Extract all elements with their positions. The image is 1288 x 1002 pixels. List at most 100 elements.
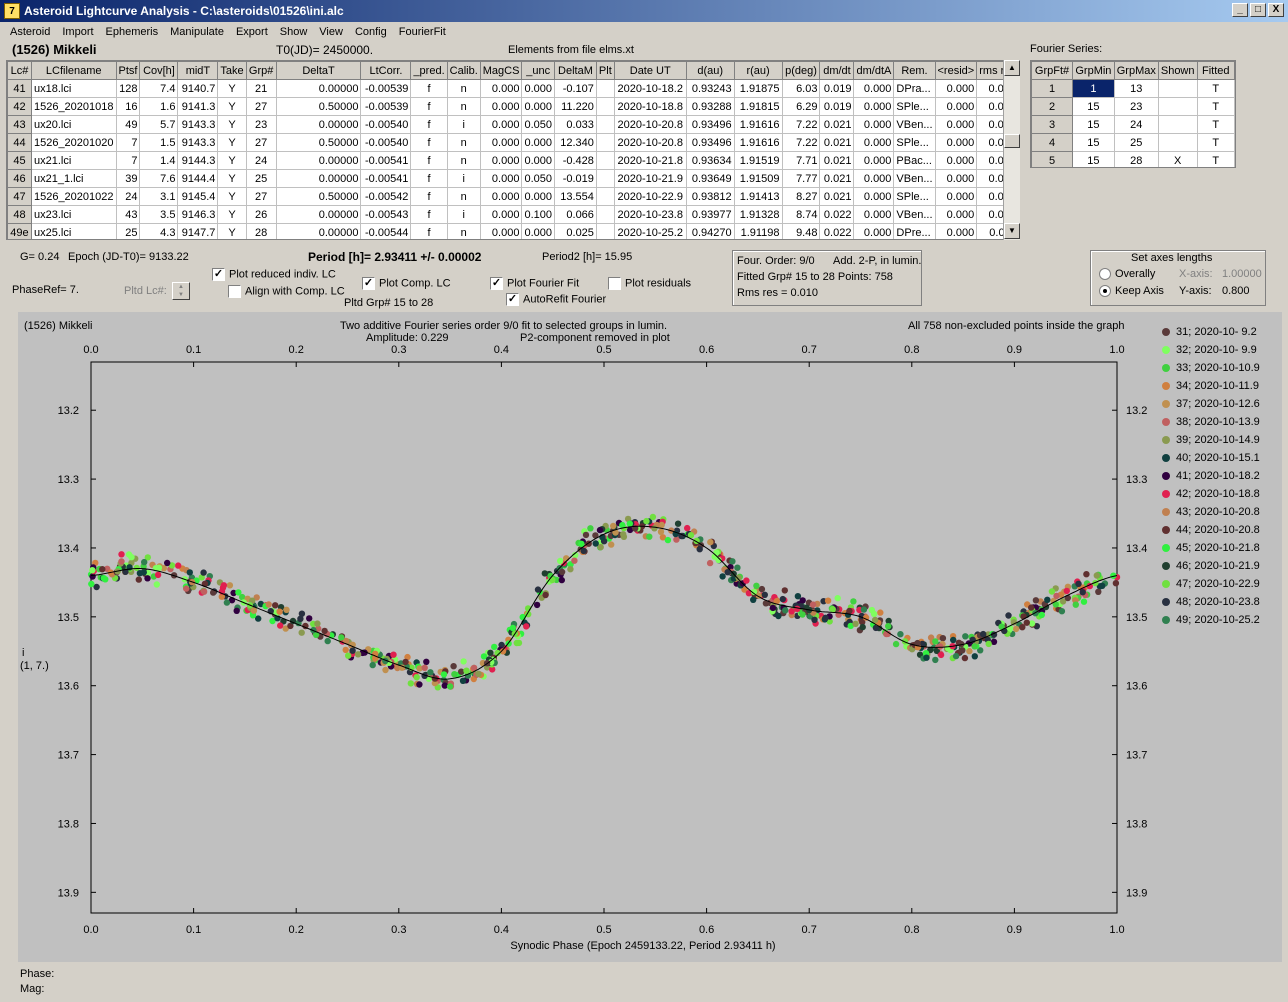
legend-marker-icon <box>1162 616 1170 624</box>
data-point <box>971 653 978 660</box>
data-point <box>440 671 448 678</box>
x-tick-label: 0.0 <box>83 924 98 936</box>
data-point <box>413 674 420 681</box>
data-point <box>513 639 520 647</box>
data-point <box>582 531 590 539</box>
data-point <box>959 647 966 654</box>
legend-marker-icon <box>1162 418 1170 426</box>
y-tick-label: 13.8 <box>58 818 79 830</box>
data-point <box>277 622 284 629</box>
legend-marker-icon <box>1162 454 1170 462</box>
x-tick-label-top: 0.5 <box>596 344 611 356</box>
lightcurve-chart[interactable]: 0.0 0.0 0.1 0.1 0.2 0.2 0.3 0.3 0.4 0.4 0.5 0.5 0.6 0… <box>0 0 1288 1002</box>
data-point <box>1005 612 1012 619</box>
data-point <box>811 616 818 623</box>
data-point <box>1099 582 1106 589</box>
data-point <box>707 538 714 546</box>
y-tick-label-right: 13.7 <box>1126 750 1147 762</box>
x-tick-label-top: 1.0 <box>1109 344 1124 356</box>
legend-marker-icon <box>1162 508 1170 516</box>
data-point <box>729 558 736 565</box>
data-point <box>102 576 109 583</box>
data-point <box>834 595 841 602</box>
data-point <box>153 581 160 588</box>
data-point <box>1038 611 1046 619</box>
data-point <box>298 629 305 636</box>
data-point <box>186 569 193 576</box>
data-point <box>937 643 944 650</box>
data-point <box>877 609 884 616</box>
data-point <box>706 559 714 567</box>
x-tick-label: 0.1 <box>186 924 201 936</box>
legend-marker-icon <box>1162 328 1170 336</box>
legend-label: 33; 2020-10-10.9 <box>1176 362 1260 374</box>
data-point <box>753 582 760 589</box>
data-point <box>1075 580 1082 587</box>
y-tick-label-right: 13.5 <box>1126 612 1147 624</box>
data-point <box>463 667 470 674</box>
data-point <box>1028 604 1035 611</box>
legend-marker-icon <box>1162 490 1170 498</box>
y-tick-label-right: 13.9 <box>1126 887 1147 899</box>
legend-item: 44; 2020-10-20.8 <box>1162 524 1260 536</box>
data-point <box>985 640 992 648</box>
data-point <box>883 630 890 638</box>
legend-item: 45; 2020-10-21.8 <box>1162 542 1260 554</box>
data-point <box>859 623 866 631</box>
data-point <box>276 608 283 615</box>
data-point <box>761 591 768 598</box>
y-tick-label: 13.4 <box>58 543 79 555</box>
legend-label: 32; 2020-10- 9.9 <box>1176 344 1257 356</box>
data-point <box>314 620 321 627</box>
data-point <box>646 533 653 540</box>
data-point <box>89 567 96 574</box>
data-point <box>809 601 817 608</box>
x-tick-label-top: 0.6 <box>699 344 714 356</box>
data-point <box>563 555 570 562</box>
data-point <box>571 557 578 564</box>
y-tick-label: 13.3 <box>58 474 79 486</box>
legend-item: 32; 2020-10- 9.9 <box>1162 344 1257 356</box>
x-tick-label: 0.4 <box>494 924 509 936</box>
legend-label: 39; 2020-10-14.9 <box>1176 434 1260 446</box>
data-point <box>696 546 703 553</box>
phase-readout: Phase: <box>20 968 55 980</box>
legend-item: 47; 2020-10-22.9 <box>1162 578 1260 590</box>
data-point <box>643 517 650 525</box>
y-tick-label-right: 13.4 <box>1126 543 1147 555</box>
legend-label: 48; 2020-10-23.8 <box>1176 596 1260 608</box>
data-point <box>459 677 467 684</box>
data-point <box>824 597 832 604</box>
data-point <box>321 627 328 635</box>
data-point <box>141 558 148 566</box>
data-point <box>892 640 900 648</box>
data-point <box>446 683 454 690</box>
data-point <box>794 593 802 600</box>
legend-item: 46; 2020-10-21.9 <box>1162 560 1260 572</box>
data-point <box>541 570 548 577</box>
data-point <box>932 656 939 664</box>
data-point <box>450 663 457 670</box>
data-point <box>1063 587 1071 595</box>
legend-item: 43; 2020-10-20.8 <box>1162 506 1260 518</box>
data-point <box>324 637 331 645</box>
legend-label: 31; 2020-10- 9.2 <box>1176 326 1257 338</box>
legend-item: 41; 2020-10-18.2 <box>1162 470 1260 482</box>
data-point <box>952 652 960 660</box>
data-point <box>349 647 356 654</box>
data-point <box>423 658 430 665</box>
legend-label: 37; 2020-10-12.6 <box>1176 398 1260 410</box>
legend-marker-icon <box>1162 562 1170 570</box>
legend-item: 38; 2020-10-13.9 <box>1162 416 1260 428</box>
data-point <box>799 597 806 604</box>
x-tick-label-top: 0.9 <box>1007 344 1022 356</box>
legend-item: 42; 2020-10-18.8 <box>1162 488 1260 500</box>
y-tick-label: 13.6 <box>58 681 79 693</box>
data-point <box>620 531 627 538</box>
x-tick-label: 0.9 <box>1007 924 1022 936</box>
data-point <box>1080 598 1088 605</box>
legend-label: 42; 2020-10-18.8 <box>1176 488 1260 500</box>
data-point <box>850 598 857 605</box>
data-point <box>118 551 125 558</box>
data-point <box>220 582 228 589</box>
